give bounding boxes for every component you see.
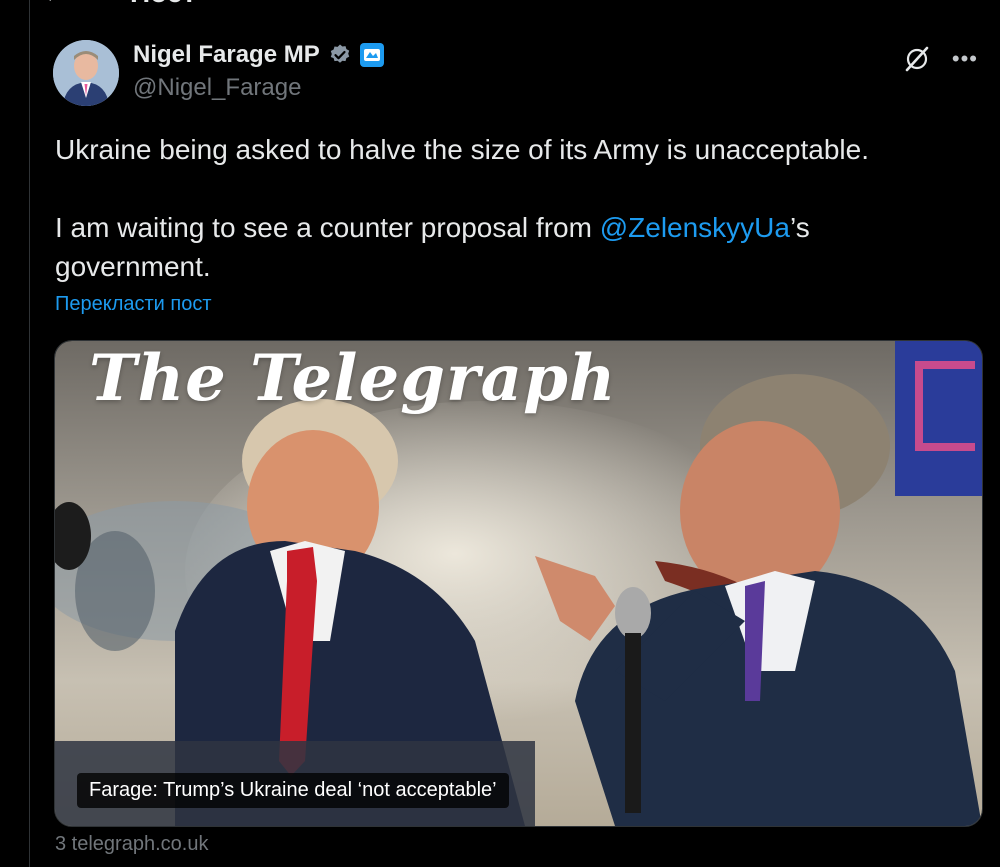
author-name[interactable]: Nigel Farage MP	[133, 41, 320, 69]
grok-icon[interactable]	[902, 44, 932, 74]
author-name-row: Nigel Farage MP	[133, 40, 384, 70]
tweet-line-2-prefix: I am waiting to see a counter proposal f…	[55, 212, 600, 243]
timeline-divider	[29, 0, 30, 867]
avatar-photo	[53, 40, 119, 106]
back-arrow-icon[interactable]: ←	[40, 0, 70, 10]
tweet-line-1: Ukraine being asked to halve the size of…	[55, 134, 869, 165]
verified-badge-icon[interactable]	[328, 43, 352, 67]
more-icon[interactable]: •••	[952, 48, 978, 70]
tweet-line-3: government.	[55, 251, 211, 282]
tweet-text: Ukraine being asked to halve the size of…	[55, 130, 955, 286]
post-screen: ← Пост Nigel Farage MP @	[0, 0, 1000, 867]
post-top-actions: •••	[902, 44, 978, 74]
post-header: ← Пост	[40, 0, 196, 10]
card-source[interactable]: 3 telegraph.co.uk	[55, 833, 208, 856]
author-handle[interactable]: @Nigel_Farage	[133, 74, 384, 102]
affiliate-logo-icon	[363, 49, 380, 61]
tweet-line-2-suffix: ’s	[789, 212, 810, 243]
link-card[interactable]: The Telegraph Farage: Trump’s Ukraine de…	[54, 340, 983, 827]
page-title: Пост	[130, 0, 196, 9]
telegraph-masthead: The Telegraph	[89, 341, 617, 416]
affiliate-badge-icon[interactable]	[359, 43, 384, 67]
translate-post-link[interactable]: Перекласти пост	[55, 293, 212, 316]
tweet-line-2: I am waiting to see a counter proposal f…	[55, 208, 955, 247]
mention-link[interactable]: @ZelenskyyUa	[600, 212, 790, 243]
author-block: Nigel Farage MP @Nigel_Farage	[133, 40, 384, 102]
card-title: Farage: Trump’s Ukraine deal ‘not accept…	[77, 773, 509, 808]
avatar[interactable]	[53, 40, 119, 106]
